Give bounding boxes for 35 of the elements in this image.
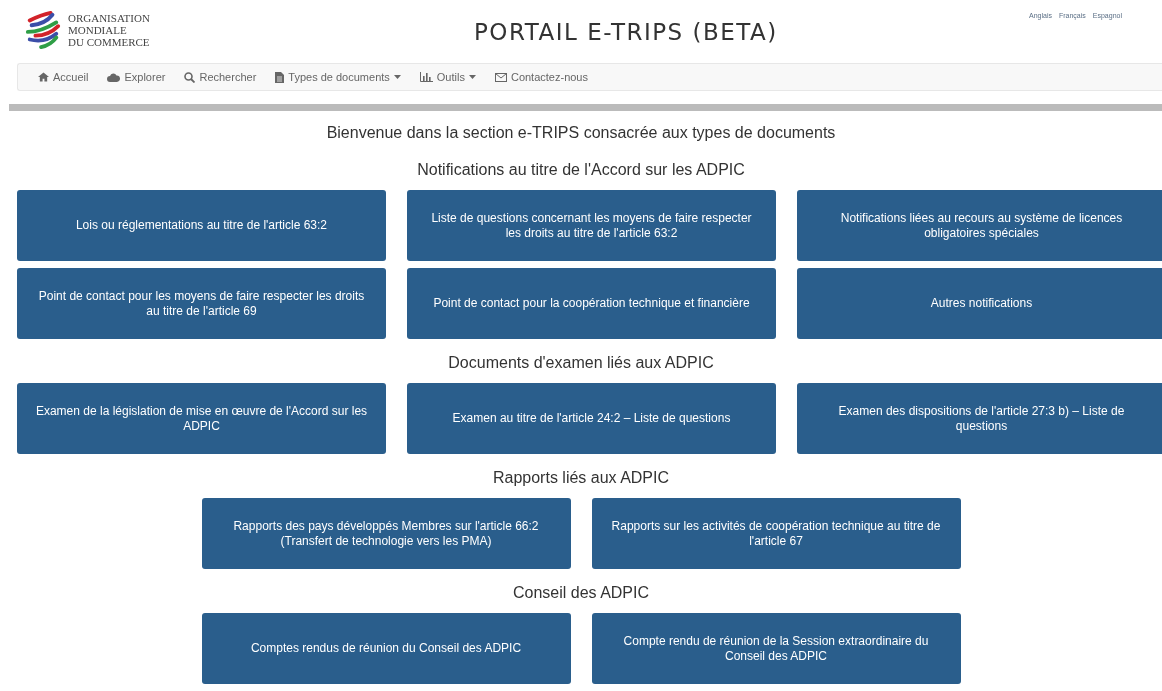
nav-link[interactable]: Outils — [419, 71, 476, 83]
document-type-button[interactable]: Point de contact pour les moyens de faire respecter les droits au titre de l'article 69 — [17, 268, 386, 339]
document-icon — [275, 71, 285, 83]
envelope-icon — [494, 72, 507, 82]
logo-text: ORGANISATION MONDIALE DU COMMERCE — [68, 12, 150, 48]
document-type-button[interactable]: Point de contact pour la coopération technique et financière — [407, 268, 776, 339]
document-type-button[interactable]: Liste de questions concernant les moyens de faire respecter les droits au titre de l'article 63:2 — [407, 190, 776, 261]
section-heading: Rapports liés aux ADPIC — [492, 468, 670, 488]
section-heading: Notifications au titre de l'Accord sur les ADPIC — [417, 160, 745, 180]
cloud-icon — [107, 72, 121, 82]
document-type-button[interactable]: Autres notifications — [797, 268, 1162, 339]
document-type-button[interactable]: Examen de la législation de mise en œuvre de l'Accord sur les ADPIC — [17, 383, 386, 454]
welcome-heading: Bienvenue dans la section e-TRIPS consacrée aux types de documents — [325, 124, 837, 142]
document-type-button[interactable]: Compte rendu de réunion de la Session extraordinaire du Conseil des ADPIC — [591, 613, 961, 684]
document-type-button[interactable]: Lois ou réglementations au titre de l'article 63:2 — [17, 190, 386, 261]
document-type-button[interactable]: Rapports sur les activités de coopération technique au titre de l'article 67 — [591, 498, 961, 569]
home-icon — [38, 72, 49, 82]
bar-chart-icon — [419, 72, 433, 82]
document-type-button[interactable]: Examen au titre de l'article 24:2 – Liste de questions — [407, 383, 776, 454]
document-type-button[interactable]: Rapports des pays développés Membres sur l'article 66:2 (Transfert de technologie vers les PMA) — [201, 498, 571, 569]
search-icon — [184, 71, 196, 83]
document-type-button[interactable]: Comptes rendus de réunion du Conseil des ADPIC — [201, 613, 571, 684]
nav-link[interactable]: Explorer — [107, 71, 166, 83]
nav-link[interactable]: Types de documents — [275, 71, 401, 83]
caret-icon — [393, 75, 401, 79]
section-heading: Conseil des ADPIC — [512, 583, 650, 603]
document-type-button[interactable]: Notifications liées au recours au système de licences obligatoires spéciales — [797, 190, 1162, 261]
portal-title: PORTAIL E-TRIPS (BETA) — [474, 19, 778, 45]
nav-link[interactable]: Rechercher — [184, 71, 257, 83]
section-heading: Documents d'examen liés aux ADPIC — [448, 353, 714, 373]
nav-link[interactable]: Accueil — [38, 71, 89, 83]
nav-link[interactable]: Contactez-nous — [494, 71, 588, 83]
document-type-button[interactable]: Examen des dispositions de l'article 27:3 b) – Liste de questions — [797, 383, 1162, 454]
logo-icon — [24, 11, 62, 49]
caret-icon — [468, 75, 476, 79]
